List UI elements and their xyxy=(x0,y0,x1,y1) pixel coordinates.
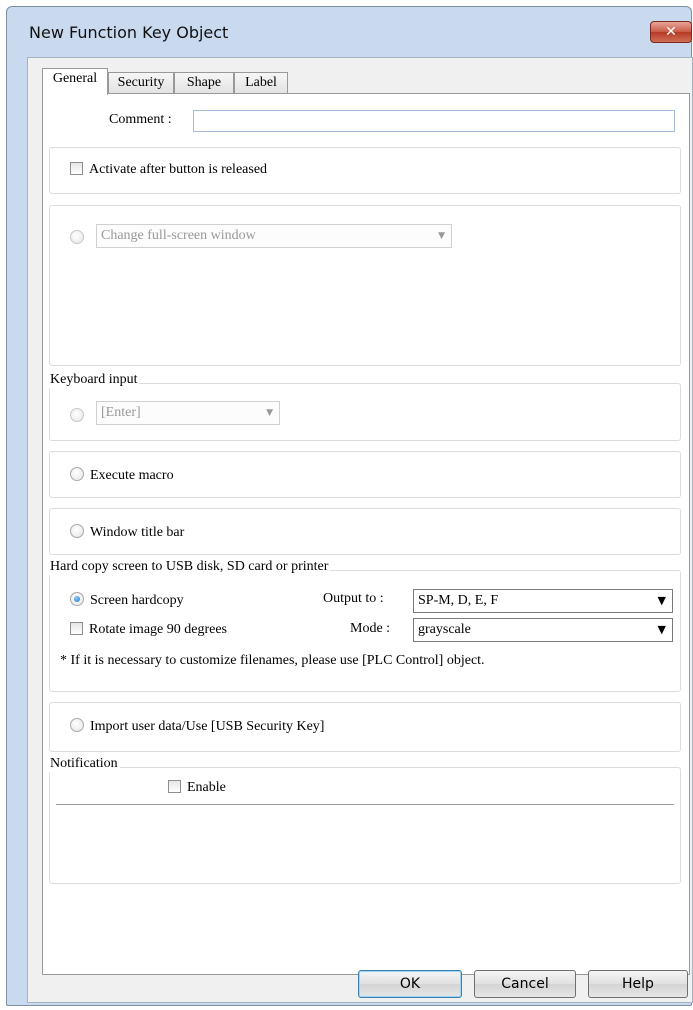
comment-label: Comment : xyxy=(109,112,172,127)
hardcopy-legend: Hard copy screen to USB disk, SD card or… xyxy=(48,559,331,575)
tab-general[interactable]: General xyxy=(42,68,108,95)
checkbox-box xyxy=(168,780,181,793)
screen-hardcopy-radio[interactable]: Screen hardcopy xyxy=(70,592,184,609)
execute-macro-group: Execute macro xyxy=(49,451,681,498)
hardcopy-note: * If it is necessary to customize filena… xyxy=(60,653,485,668)
import-user-data-group: Import user data/Use [USB Security Key] xyxy=(49,702,681,752)
window-title-bar-group: Window title bar xyxy=(49,508,681,555)
output-to-value: SP-M, D, E, F xyxy=(418,593,499,608)
activate-after-release-checkbox[interactable]: Activate after button is released xyxy=(70,162,267,178)
execute-macro-radio[interactable]: Execute macro xyxy=(70,467,174,484)
mode-label: Mode : xyxy=(350,621,391,636)
mode-select[interactable]: grayscale ▼ xyxy=(413,618,673,642)
output-to-label: Output to : xyxy=(323,591,384,606)
output-to-select[interactable]: SP-M, D, E, F ▼ xyxy=(413,589,673,613)
help-button[interactable]: Help xyxy=(588,970,688,998)
screen-hardcopy-label: Screen hardcopy xyxy=(90,593,184,608)
general-tab-page: Comment : Activate after button is relea… xyxy=(42,93,690,975)
notification-enable-label: Enable xyxy=(187,780,226,795)
radio-circle xyxy=(70,718,84,732)
title-bar[interactable]: New Function Key Object ✕ xyxy=(7,7,692,59)
comment-input[interactable] xyxy=(193,110,675,132)
radio-circle xyxy=(70,592,84,606)
activate-group: Activate after button is released xyxy=(49,147,681,194)
ok-button[interactable]: OK xyxy=(358,970,462,998)
checkbox-box xyxy=(70,162,83,175)
chevron-down-icon: ▼ xyxy=(438,231,445,241)
checkbox-box xyxy=(70,622,83,635)
window-title-bar-radio[interactable]: Window title bar xyxy=(70,524,184,541)
notification-divider xyxy=(56,804,674,805)
chevron-down-icon: ▼ xyxy=(266,408,273,418)
activate-after-release-label: Activate after button is released xyxy=(89,162,268,177)
import-user-data-label: Import user data/Use [USB Security Key] xyxy=(90,719,325,734)
notification-legend: Notification xyxy=(48,756,120,772)
rotate-image-checkbox[interactable]: Rotate image 90 degrees xyxy=(70,622,227,638)
import-user-data-radio[interactable]: Import user data/Use [USB Security Key] xyxy=(70,718,324,735)
mode-value: grayscale xyxy=(418,622,471,637)
radio-circle xyxy=(70,408,84,422)
dialog-client-area: General Security Shape Label Comment : A… xyxy=(27,57,693,1003)
notification-enable-checkbox[interactable]: Enable xyxy=(168,780,226,796)
window-title-bar-label: Window title bar xyxy=(90,525,185,540)
window-title: New Function Key Object xyxy=(29,23,229,42)
execute-macro-label: Execute macro xyxy=(90,468,174,483)
radio-circle xyxy=(70,230,84,244)
radio-circle xyxy=(70,467,84,481)
keyboard-input-radio[interactable] xyxy=(70,408,90,425)
tab-label[interactable]: Label xyxy=(234,72,288,94)
cancel-button[interactable]: Cancel xyxy=(474,970,576,998)
keyboard-input-selected: [Enter] xyxy=(101,405,141,420)
change-window-radio[interactable] xyxy=(70,230,90,247)
close-icon: ✕ xyxy=(665,24,677,40)
tab-shape[interactable]: Shape xyxy=(174,72,234,94)
keyboard-input-legend: Keyboard input xyxy=(48,372,140,388)
change-window-selected: Change full-screen window xyxy=(101,228,256,243)
rotate-image-label: Rotate image 90 degrees xyxy=(89,622,228,637)
tab-security[interactable]: Security xyxy=(108,72,174,94)
close-button[interactable]: ✕ xyxy=(650,21,692,43)
hardcopy-group: Hard copy screen to USB disk, SD card or… xyxy=(48,559,681,692)
dialog-window: New Function Key Object ✕ General Securi… xyxy=(6,6,693,1006)
change-window-select[interactable]: Change full-screen window ▼ xyxy=(96,224,452,248)
notification-group: Notification Enable xyxy=(48,756,681,884)
keyboard-input-group: Keyboard input [Enter] ▼ xyxy=(48,372,681,441)
radio-circle xyxy=(70,524,84,538)
keyboard-input-select[interactable]: [Enter] ▼ xyxy=(96,401,280,425)
change-window-group: Change full-screen window ▼ xyxy=(49,205,681,366)
chevron-down-icon: ▼ xyxy=(657,623,666,636)
chevron-down-icon: ▼ xyxy=(657,594,666,607)
